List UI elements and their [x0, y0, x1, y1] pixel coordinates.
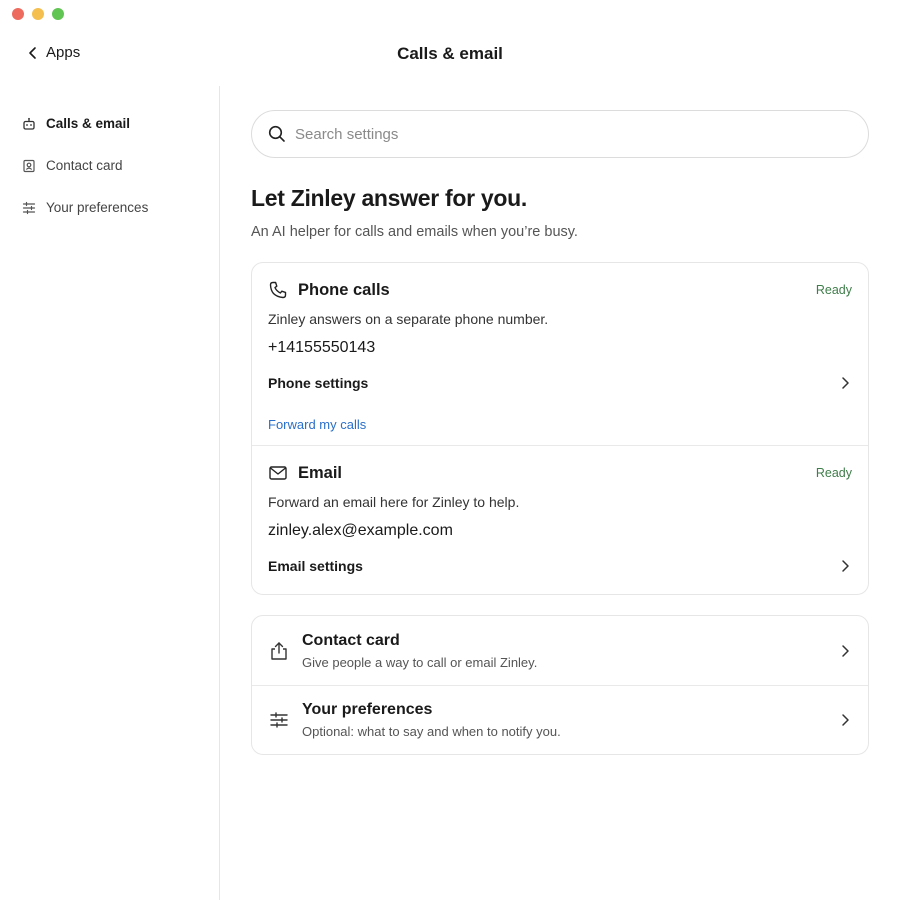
search-input[interactable]	[295, 125, 852, 143]
robot-icon	[23, 117, 35, 130]
phone-settings-row[interactable]: Phone settings	[268, 361, 852, 405]
sliders-icon	[22, 201, 36, 214]
sidebar-item-calls-email[interactable]: Calls & email	[22, 116, 130, 131]
preferences-description: Optional: what to say and when to notify…	[302, 724, 561, 739]
sidebar-item-label: Contact card	[46, 158, 123, 173]
chevron-right-icon	[842, 560, 849, 572]
contact-card-description: Give people a way to call or email Zinle…	[302, 654, 538, 670]
contact-card-title: Contact card	[302, 631, 400, 649]
page-title: Let Zinley answer for you.	[251, 185, 527, 211]
preferences-row[interactable]: Your preferences Optional: what to say a…	[252, 685, 868, 754]
email-description: Forward an email here for Zinley to help…	[268, 494, 520, 510]
email-title: Email	[298, 463, 343, 482]
phone-calls-section: Phone calls Ready Zinley answers on a se…	[252, 263, 868, 445]
channels-card: Phone calls Ready Zinley answers on a se…	[251, 262, 869, 595]
mail-icon	[269, 466, 287, 480]
phone-description: Zinley answers on a separate phone numbe…	[268, 311, 549, 327]
contact-card-icon	[23, 159, 35, 172]
share-icon	[271, 641, 287, 660]
search-icon	[268, 125, 285, 142]
window-controls	[12, 8, 64, 20]
search-bar[interactable]	[251, 110, 869, 158]
window-title: Calls & email	[397, 44, 503, 63]
phone-icon	[269, 281, 287, 299]
email-settings-label: Email settings	[268, 558, 363, 574]
email-address: zinley.alex@example.com	[268, 522, 453, 539]
main-content: Let Zinley answer for you. An AI helper …	[251, 110, 869, 755]
sliders-icon	[270, 712, 288, 728]
sidebar-item-label: Your preferences	[46, 200, 149, 215]
forward-calls-link[interactable]: Forward my calls	[268, 417, 852, 445]
sidebar-item-contact-card[interactable]: Contact card	[22, 158, 123, 173]
email-settings-row[interactable]: Email settings	[268, 544, 852, 588]
minimize-window-button[interactable]	[32, 8, 44, 20]
phone-number: +14155550143	[268, 339, 376, 356]
extras-card: Contact card Give people a way to call o…	[251, 615, 869, 755]
sidebar-item-label: Calls & email	[46, 116, 131, 131]
top-bar: Apps Calls & email	[0, 36, 900, 72]
chevron-right-icon	[842, 377, 849, 389]
phone-calls-title: Phone calls	[298, 280, 390, 299]
page-subtitle: An AI helper for calls and emails when y…	[251, 224, 578, 240]
chevron-right-icon	[842, 644, 849, 657]
preferences-title: Your preferences	[302, 701, 433, 718]
email-status-badge: Ready	[815, 466, 852, 480]
phone-status-badge: Ready	[815, 283, 852, 297]
sidebar-item-preferences[interactable]: Your preferences	[22, 200, 148, 215]
phone-settings-label: Phone settings	[268, 375, 369, 391]
sidebar: Calls & email Contact card Your preferen…	[0, 86, 220, 900]
maximize-window-button[interactable]	[52, 8, 64, 20]
close-window-button[interactable]	[12, 8, 24, 20]
chevron-right-icon	[842, 714, 849, 726]
email-section: Email Ready Forward an email here for Zi…	[252, 445, 868, 594]
contact-card-row[interactable]: Contact card Give people a way to call o…	[252, 616, 868, 685]
